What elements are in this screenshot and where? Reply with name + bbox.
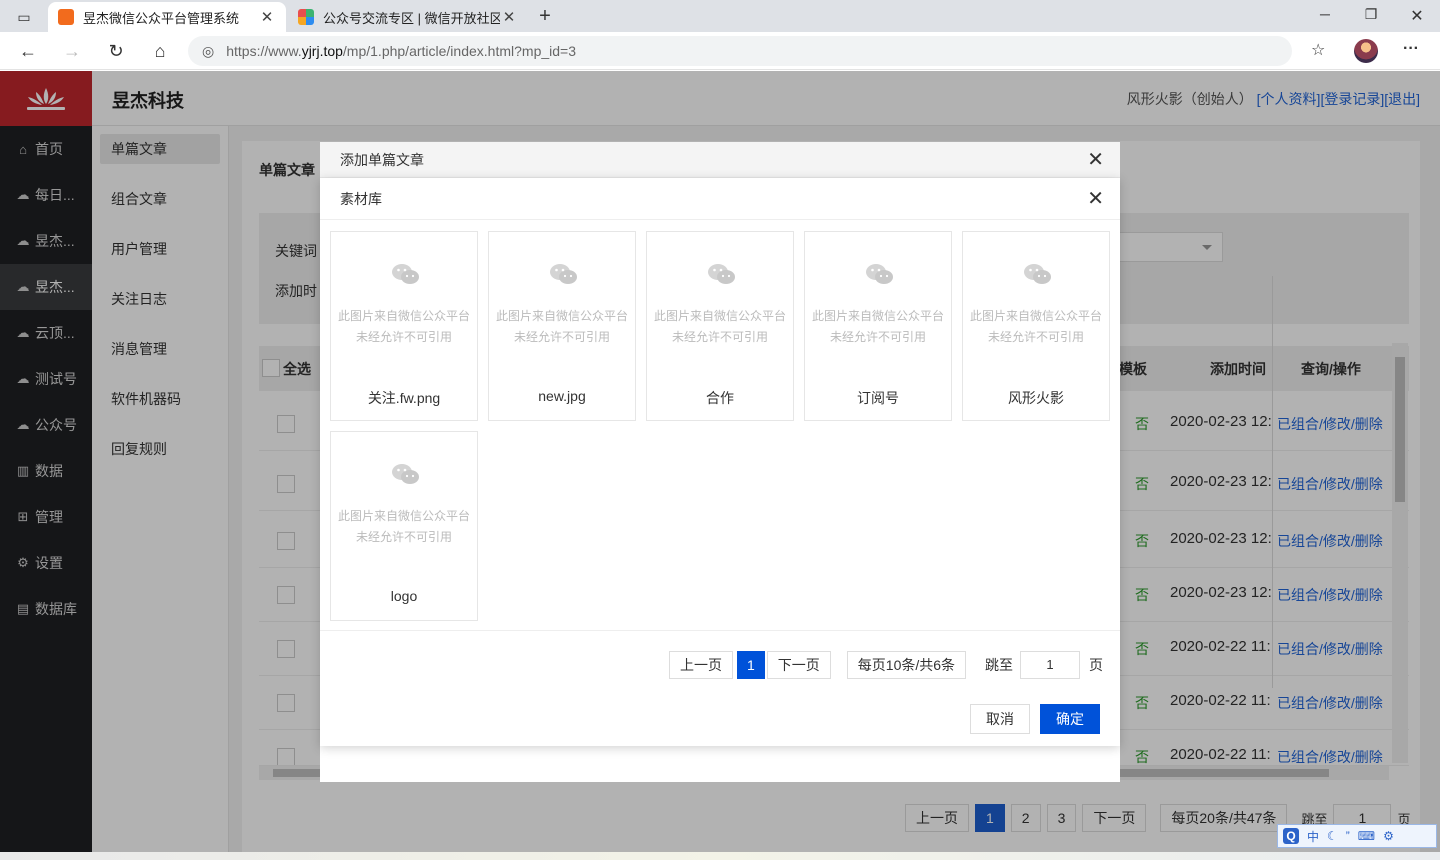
settings-icon[interactable]: ⚙ — [1383, 829, 1394, 843]
ime-toolbar[interactable]: Q 中 ☾ ” ⌨ ⚙ — [1277, 824, 1437, 848]
material-library-dialog: 素材库 ✕ 此图片来自微信公众平台 未经允许不可引用 关注.fw.png 此图片来… — [320, 178, 1120, 746]
tab-title: 公众号交流专区 | 微信开放社区 — [323, 10, 500, 26]
placeholder-text: 未经允许不可引用 — [355, 330, 452, 344]
close-tab-icon[interactable]: ✕ — [500, 8, 518, 26]
restore-icon[interactable]: ❐ — [1361, 6, 1381, 23]
url-prefix: https://www. — [226, 43, 302, 59]
keyboard-icon[interactable]: ⌨ — [1358, 829, 1375, 843]
next-page-button[interactable]: 下一页 — [766, 651, 831, 679]
placeholder-text: 此图片来自微信公众平台 — [337, 509, 470, 523]
placeholder-text: 未经允许不可引用 — [987, 330, 1084, 344]
page-summary: 每页10条/共6条 — [846, 651, 967, 679]
globe-icon: ◎ — [202, 42, 215, 59]
url-domain: yjrj.top — [301, 43, 343, 59]
browser-tab-bar: ▭ 昱杰微信公众平台管理系统 ✕ 公众号交流专区 | 微信开放社区 ✕ + ─ … — [0, 0, 1440, 32]
close-window-icon[interactable]: ✕ — [1407, 6, 1427, 26]
favorites-icon[interactable]: ☆ — [1311, 40, 1325, 60]
material-card[interactable]: 此图片来自微信公众平台 未经允许不可引用 风形火影 — [962, 231, 1110, 421]
dialog-header: 素材库 ✕ — [320, 178, 1120, 220]
jump-label: 跳至 — [985, 657, 1014, 673]
dialog-title: 添加单篇文章 — [340, 152, 424, 168]
site-favicon-icon — [58, 9, 74, 25]
current-page-button[interactable]: 1 — [737, 651, 765, 679]
image-placeholder: 此图片来自微信公众平台 未经允许不可引用 — [805, 306, 951, 348]
wechat-icon — [392, 464, 419, 484]
material-pagination: 上一页 1 下一页 每页10条/共6条 跳至 1 页 — [669, 650, 1103, 680]
placeholder-text: 此图片来自微信公众平台 — [653, 309, 786, 323]
prev-page-button[interactable]: 上一页 — [669, 651, 733, 679]
wechat-icon — [392, 264, 419, 284]
wechat-icon — [1024, 264, 1051, 284]
placeholder-text: 未经允许不可引用 — [671, 330, 768, 344]
image-placeholder: 此图片来自微信公众平台 未经允许不可引用 — [331, 506, 477, 548]
material-card[interactable]: 此图片来自微信公众平台 未经允许不可引用 关注.fw.png — [330, 231, 478, 421]
placeholder-text: 此图片来自微信公众平台 — [969, 309, 1102, 323]
url-path: /mp/1.php/article/index.html?mp_id=3 — [342, 43, 576, 59]
ime-logo-icon: Q — [1283, 828, 1299, 844]
close-icon[interactable]: ✕ — [1087, 178, 1104, 220]
image-placeholder: 此图片来自微信公众平台 未经允许不可引用 — [331, 306, 477, 348]
wechat-icon — [550, 264, 577, 284]
material-caption: logo — [390, 588, 418, 604]
image-placeholder: 此图片来自微信公众平台 未经允许不可引用 — [647, 306, 793, 348]
dialog-header: 添加单篇文章 ✕ — [320, 142, 1120, 178]
material-card[interactable]: 此图片来自微信公众平台 未经允许不可引用 logo — [330, 431, 478, 621]
dialog-title: 素材库 — [340, 191, 382, 207]
material-card[interactable]: 此图片来自微信公众平台 未经允许不可引用 new.jpg — [488, 231, 636, 421]
tab-actions-icon[interactable]: ▭ — [10, 6, 38, 28]
ime-language[interactable]: 中 — [1307, 828, 1319, 845]
material-caption: 风形火影 — [1008, 390, 1064, 406]
reload-icon[interactable]: ↻ — [104, 40, 128, 62]
tab-title: 昱杰微信公众平台管理系统 — [83, 10, 240, 26]
placeholder-text: 此图片来自微信公众平台 — [811, 309, 944, 323]
placeholder-text: 此图片来自微信公众平台 — [495, 309, 628, 323]
jump-page-input[interactable]: 1 — [1020, 651, 1081, 679]
wechat-community-favicon-icon — [298, 9, 314, 25]
material-caption: 合作 — [706, 390, 734, 406]
confirm-button[interactable]: 确定 — [1040, 704, 1100, 734]
material-caption: 订阅号 — [857, 390, 899, 406]
url-field[interactable]: ◎ https://www. yjrj.top/mp/1.php/article/… — [188, 36, 1292, 66]
profile-avatar[interactable] — [1354, 39, 1378, 63]
placeholder-text: 未经允许不可引用 — [513, 330, 610, 344]
placeholder-text: 未经允许不可引用 — [355, 530, 452, 544]
minimize-icon[interactable]: ─ — [1315, 6, 1335, 22]
moon-icon[interactable]: ☾ — [1327, 829, 1338, 843]
forward-icon[interactable]: → — [60, 40, 84, 62]
cancel-button[interactable]: 取消 — [970, 704, 1030, 734]
back-icon[interactable]: ← — [16, 40, 40, 62]
material-caption: 关注.fw.png — [367, 390, 441, 406]
material-caption: new.jpg — [538, 388, 586, 404]
address-bar: ← → ↻ ⌂ ◎ https://www. yjrj.top/mp/1.php/… — [0, 32, 1440, 70]
image-placeholder: 此图片来自微信公众平台 未经允许不可引用 — [963, 306, 1109, 348]
home-icon[interactable]: ⌂ — [148, 40, 172, 62]
page-unit: 页 — [1089, 657, 1104, 673]
close-tab-icon[interactable]: ✕ — [258, 8, 276, 26]
browser-tab-active[interactable]: 昱杰微信公众平台管理系统 ✕ — [48, 2, 286, 32]
dialog-divider — [320, 630, 1120, 631]
more-menu-icon[interactable]: ··· — [1403, 40, 1419, 58]
punctuation-icon[interactable]: ” — [1346, 829, 1350, 843]
placeholder-text: 未经允许不可引用 — [829, 330, 926, 344]
placeholder-text: 此图片来自微信公众平台 — [337, 309, 470, 323]
material-card[interactable]: 此图片来自微信公众平台 未经允许不可引用 合作 — [646, 231, 794, 421]
browser-tab[interactable]: 公众号交流专区 | 微信开放社区 ✕ — [288, 2, 528, 32]
wechat-icon — [708, 264, 735, 284]
new-tab-icon[interactable]: + — [534, 5, 556, 27]
taskbar-strip — [0, 852, 1440, 860]
wechat-icon — [866, 264, 893, 284]
close-icon[interactable]: ✕ — [1087, 142, 1104, 178]
material-card[interactable]: 此图片来自微信公众平台 未经允许不可引用 订阅号 — [804, 231, 952, 421]
image-placeholder: 此图片来自微信公众平台 未经允许不可引用 — [489, 306, 635, 348]
